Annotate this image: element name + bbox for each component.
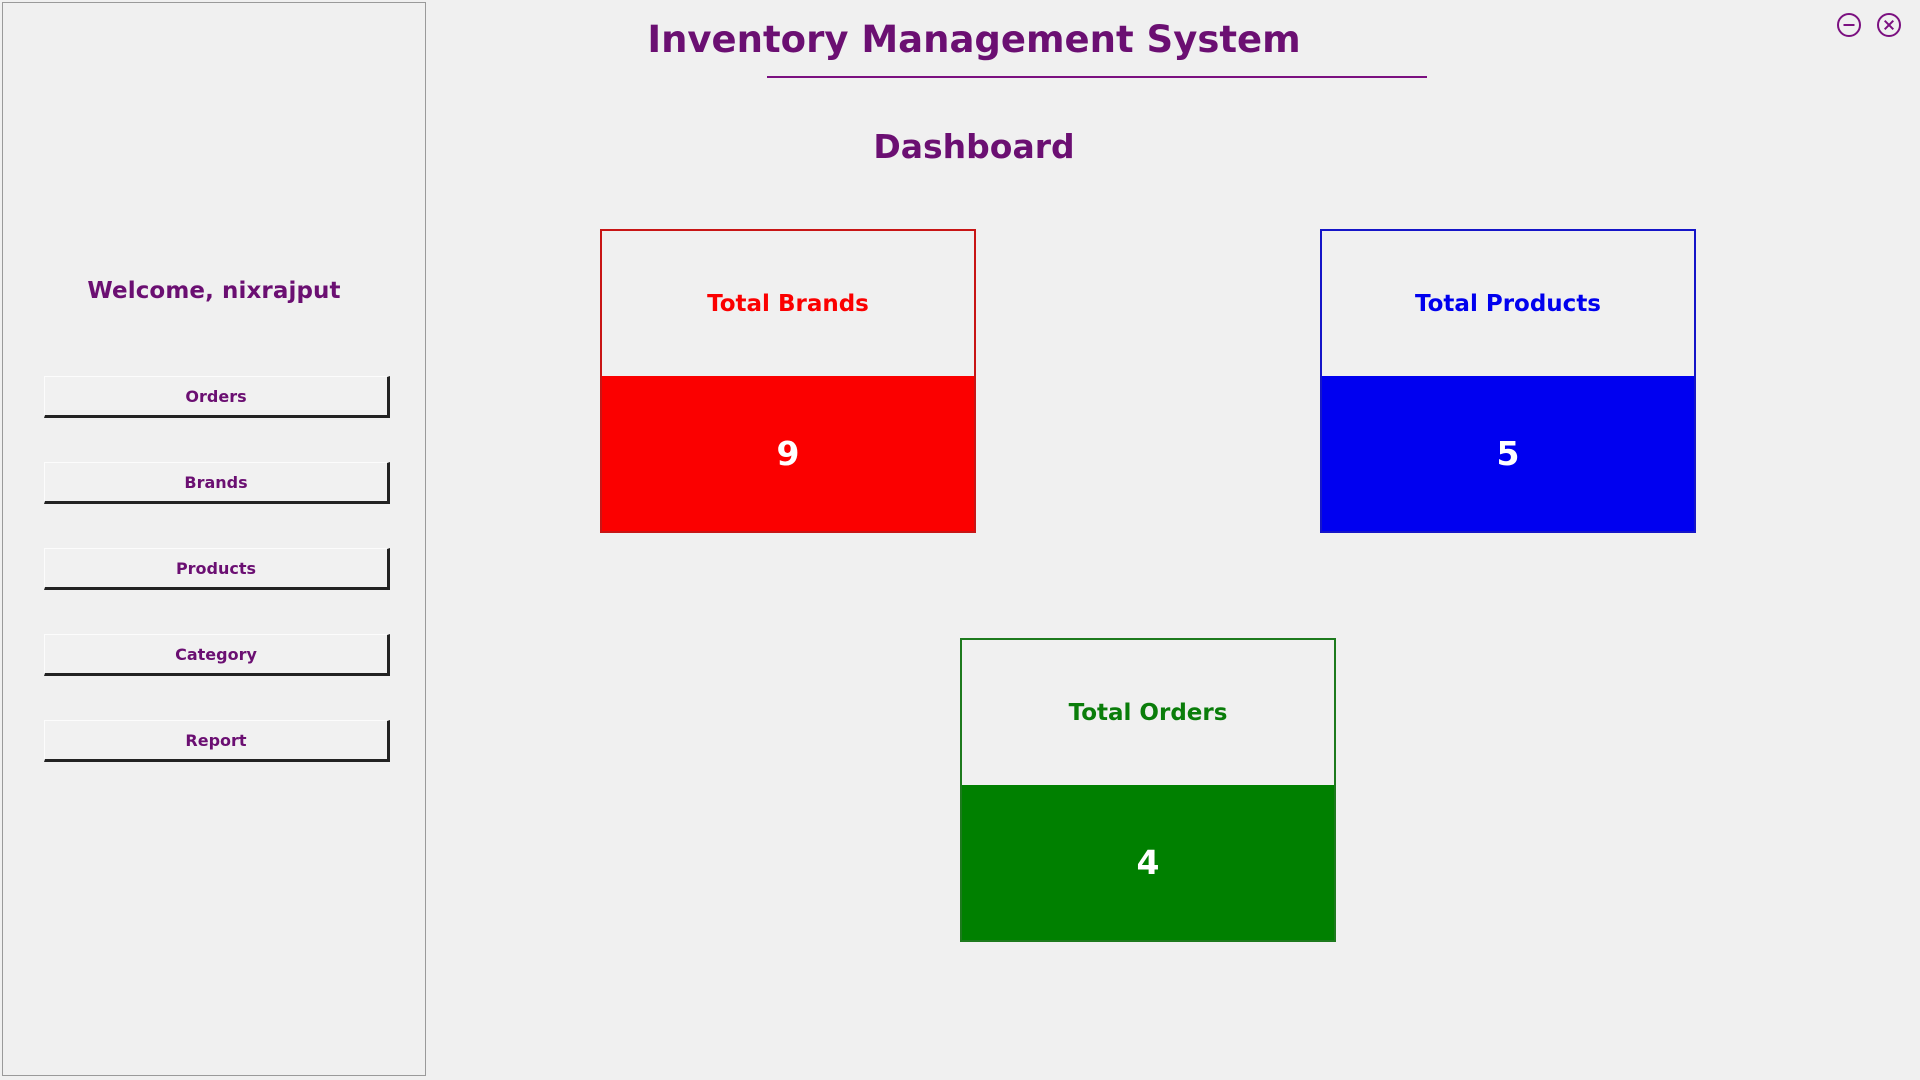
window-controls [1836, 12, 1902, 38]
stat-card-total-products[interactable]: Total Products 5 [1320, 229, 1696, 533]
app-title-divider [767, 76, 1427, 78]
app-title: Inventory Management System [647, 18, 1301, 61]
welcome-message: Welcome, nixrajput [87, 278, 341, 304]
sidebar-item-products[interactable]: Products [44, 548, 390, 590]
sidebar-item-category[interactable]: Category [44, 634, 390, 676]
main-content: Inventory Management System Dashboard To… [428, 0, 1920, 1080]
stat-card-value: 9 [602, 376, 974, 531]
sidebar-item-orders[interactable]: Orders [44, 376, 390, 418]
sidebar-item-brands[interactable]: Brands [44, 462, 390, 504]
close-circle-icon [1877, 13, 1901, 37]
stat-card-value: 5 [1322, 376, 1694, 531]
stat-card-title: Total Brands [602, 231, 974, 376]
close-button[interactable] [1876, 12, 1902, 38]
sidebar-item-report[interactable]: Report [44, 720, 390, 762]
stat-card-value: 4 [962, 785, 1334, 940]
minimize-button[interactable] [1836, 12, 1862, 38]
stat-card-title: Total Products [1322, 231, 1694, 376]
minus-circle-icon [1837, 13, 1861, 37]
page-title: Dashboard [873, 127, 1075, 166]
stat-card-title: Total Orders [962, 640, 1334, 785]
stat-card-total-brands[interactable]: Total Brands 9 [600, 229, 976, 533]
sidebar: Welcome, nixrajput Orders Brands Product… [2, 2, 426, 1076]
stat-card-total-orders[interactable]: Total Orders 4 [960, 638, 1336, 942]
